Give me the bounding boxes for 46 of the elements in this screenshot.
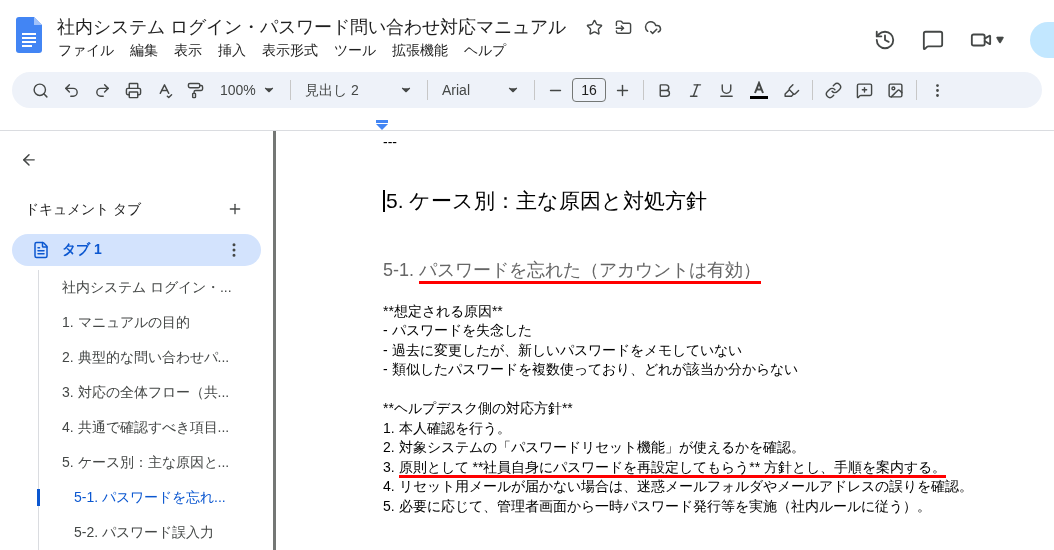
indent-marker-icon[interactable] [376, 120, 388, 130]
document-title[interactable]: 社内システム ログイン・パスワード問い合わせ対応マニュアル [57, 14, 566, 40]
menu-item[interactable]: 表示形式 [255, 40, 325, 60]
menu-item[interactable]: ヘルプ [457, 40, 513, 60]
comment-icon[interactable] [922, 29, 944, 51]
body-text: - 過去に変更したが、新しいパスワードをメモしていない [383, 340, 742, 360]
outline-item[interactable]: 1. マニュアルの目的 [0, 312, 190, 333]
outline-item[interactable]: 4. 共通で確認すべき項目... [0, 417, 230, 438]
body-text: - パスワードを失念した [383, 321, 532, 340]
caret-icon [996, 36, 1004, 44]
text-cursor [383, 189, 385, 212]
menu-item[interactable]: 表示 [167, 40, 209, 60]
menu-item[interactable]: ファイル [51, 40, 121, 60]
star-icon[interactable] [586, 18, 603, 36]
font-dropdown[interactable]: Arial [434, 76, 528, 104]
menu-item[interactable]: ツール [327, 40, 383, 60]
body-text: 1. 本人確認を行う。 [383, 418, 511, 438]
body-text: **想定される原因** [383, 301, 503, 321]
outline-item[interactable]: 5-2. パスワード誤入力 [0, 522, 214, 543]
body-text: 5. 必要に応じて、管理者画面から一時パスワード発行等を実施（社内ルールに従う）。 [383, 496, 931, 516]
body-text: - 類似したパスワードを複数使っており、どれが該当か分からない [383, 360, 798, 379]
body-text: 3. 原則として **社員自身にパスワードを再設定してもらう** 方針とし、手順を案内する。 [383, 457, 947, 477]
horizontal-rule-text: --- [383, 133, 397, 151]
outline-item[interactable]: 3. 対応の全体フロー（共... [0, 382, 230, 403]
body-text: **ヘルプデスク側の対応方針** [383, 399, 573, 418]
zoom-dropdown[interactable]: 100% [212, 76, 284, 104]
font-size-field[interactable]: 16 [572, 78, 606, 102]
document-tab[interactable]: タブ 1 [12, 233, 261, 266]
outline-item[interactable]: 社内システム ログイン・... [0, 277, 232, 298]
body-text: 2. 対象システムの「パスワードリセット機能」が使えるかを確認。 [383, 438, 805, 457]
menu-item[interactable]: 挿入 [211, 40, 253, 60]
outline-item[interactable]: 2. 典型的な問い合わせパ... [0, 347, 230, 368]
heading: 5. ケース別：主な原因と対処方針 [386, 188, 708, 214]
sidebar-heading: ドキュメント タブ [25, 199, 141, 219]
document-icon [32, 240, 50, 259]
docs-logo-icon[interactable] [16, 17, 42, 53]
body-text: 4. リセット用メールが届かない場合は、迷惑メールフォルダやメールアドレスの誤りを確認。 [383, 477, 973, 496]
outline-item[interactable]: 5-1. パスワードを忘れ... [0, 487, 226, 508]
menu-item[interactable]: 拡張機能 [385, 40, 455, 60]
menu-item[interactable]: 編集 [123, 40, 165, 60]
history-icon[interactable] [874, 29, 896, 51]
style-dropdown[interactable]: 見出し 2 [297, 76, 421, 104]
outline-item[interactable]: 5. ケース別：主な原因と... [0, 452, 230, 473]
subheading: 5-1. パスワードを忘れた（アカウントは有効） [383, 256, 762, 284]
move-folder-icon[interactable] [615, 18, 632, 36]
cloud-check-icon[interactable] [644, 18, 662, 36]
